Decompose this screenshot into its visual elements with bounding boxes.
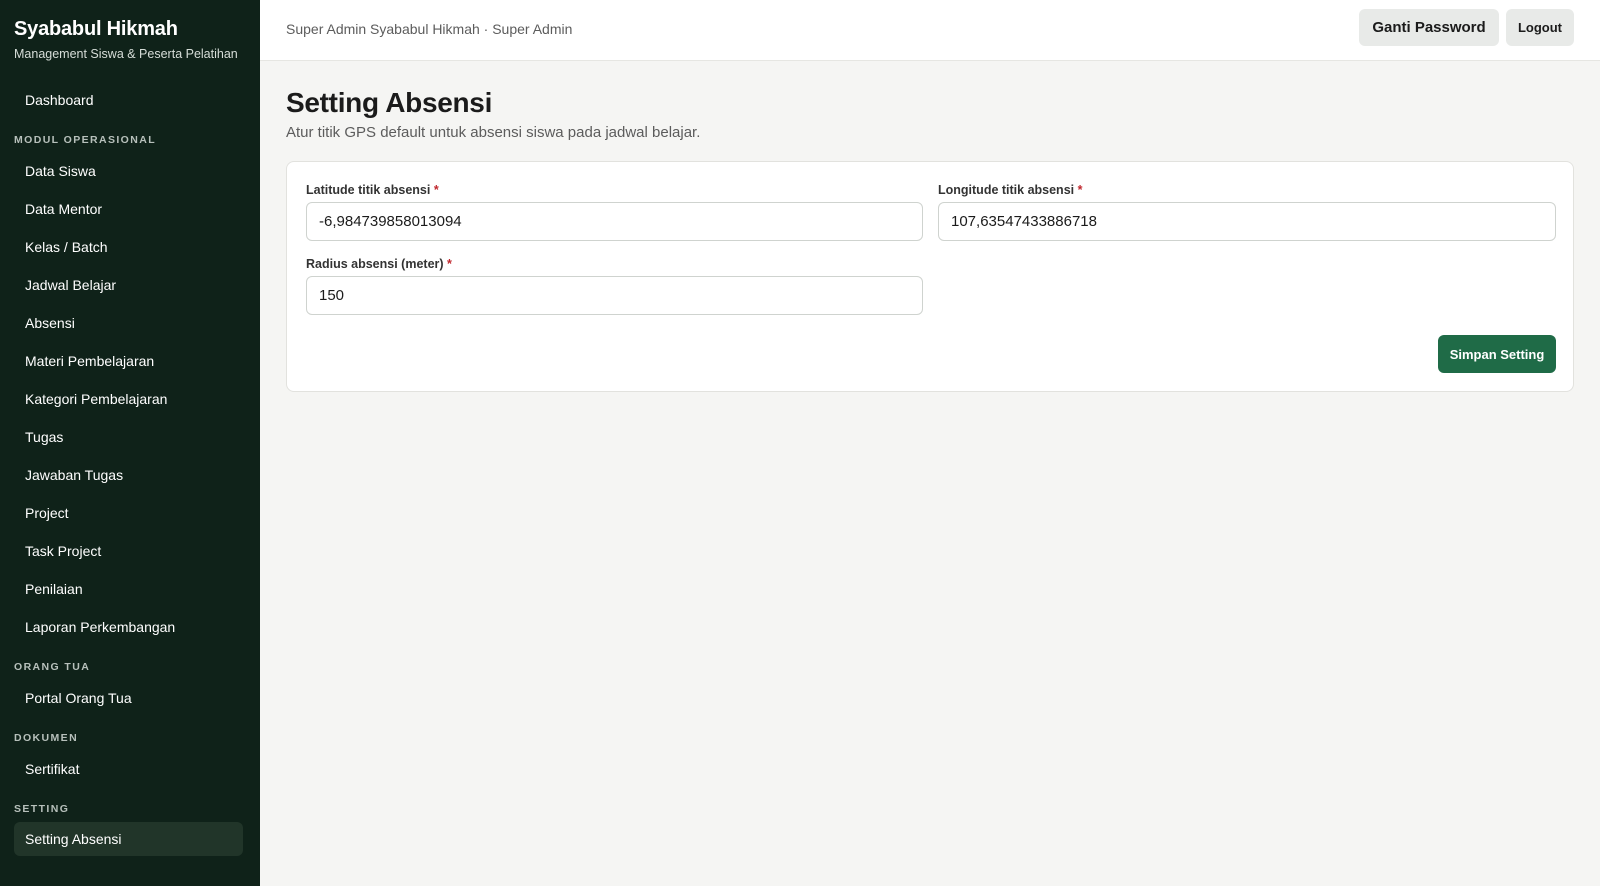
sidebar-item-project[interactable]: Project [14,496,243,530]
sidebar-item-dashboard[interactable]: Dashboard [14,83,243,117]
latitude-label-text: Latitude titik absensi [306,183,431,197]
page-title: Setting Absensi [286,87,493,118]
sidebar-section-dokumen: DOKUMEN [14,732,79,744]
simpan-setting-button[interactable]: Simpan Setting [1438,335,1556,373]
sidebar-section-setting: SETTING [14,803,70,815]
required-mark: * [1077,183,1083,197]
sidebar-item-sertifikat[interactable]: Sertifikat [14,752,243,786]
sidebar-item-setting-absensi[interactable]: Setting Absensi [14,822,243,856]
brand-subtitle: Management Siswa & Peserta Pelatihan [14,47,238,61]
setting-form-card: Latitude titik absensi * Longitude titik… [286,161,1574,392]
sidebar-item-data-siswa[interactable]: Data Siswa [14,154,243,188]
brand-title: Syababul Hikmah [14,18,178,40]
brand: Syababul Hikmah Management Siswa & Peser… [14,17,238,62]
latitude-input[interactable] [306,202,923,241]
longitude-input[interactable] [938,202,1556,241]
sidebar-item-portal-orang-tua[interactable]: Portal Orang Tua [14,681,243,715]
page-subtitle: Atur titik GPS default untuk absensi sis… [286,124,701,141]
longitude-label-text: Longitude titik absensi [938,183,1075,197]
sidebar-item-kelas-batch[interactable]: Kelas / Batch [14,230,243,264]
sidebar-section-modul-operasional: MODUL OPERASIONAL [14,134,157,146]
sidebar-item-kategori-pembelajaran[interactable]: Kategori Pembelajaran [14,382,243,416]
user-info: Super Admin Syababul Hikmah · Super Admi… [286,21,573,37]
sidebar-item-task-project[interactable]: Task Project [14,534,243,568]
logout-button[interactable]: Logout [1506,9,1574,46]
sidebar-item-laporan-perkembangan[interactable]: Laporan Perkembangan [14,610,243,644]
sidebar-item-penilaian[interactable]: Penilaian [14,572,243,606]
latitude-label: Latitude titik absensi * [306,182,439,198]
sidebar-item-tugas[interactable]: Tugas [14,420,243,454]
radius-label: Radius absensi (meter) * [306,256,452,272]
longitude-label: Longitude titik absensi * [938,182,1082,198]
sidebar-item-absensi[interactable]: Absensi [14,306,243,340]
ganti-password-button[interactable]: Ganti Password [1359,9,1499,46]
radius-input[interactable] [306,276,923,315]
sidebar-section-orang-tua: ORANG TUA [14,661,91,673]
sidebar-item-data-mentor[interactable]: Data Mentor [14,192,243,226]
sidebar: Syababul Hikmah Management Siswa & Peser… [0,0,260,886]
required-mark: * [447,257,452,271]
sidebar-item-jawaban-tugas[interactable]: Jawaban Tugas [14,458,243,492]
sidebar-item-materi-pembelajaran[interactable]: Materi Pembelajaran [14,344,243,378]
required-mark: * [433,183,439,197]
topbar: Super Admin Syababul Hikmah · Super Admi… [260,0,1600,61]
radius-label-text: Radius absensi (meter) [306,257,444,271]
sidebar-item-jadwal-belajar[interactable]: Jadwal Belajar [14,268,243,302]
